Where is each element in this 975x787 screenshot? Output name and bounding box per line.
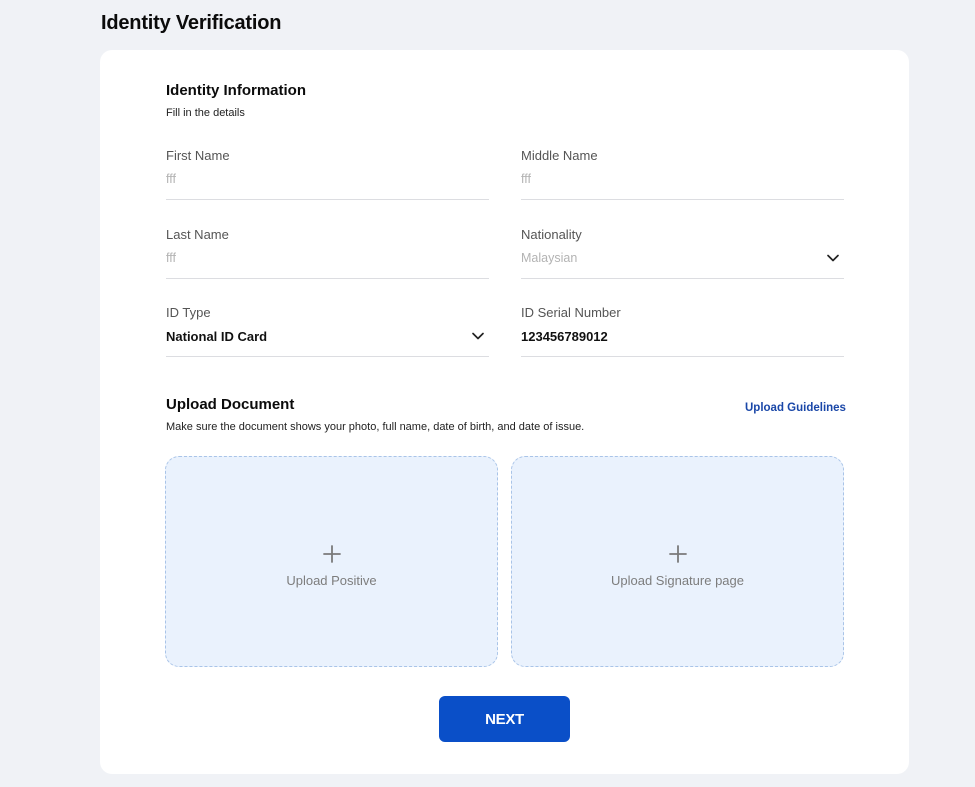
upload-guidelines-link[interactable]: Upload Guidelines — [745, 402, 846, 414]
middle-name-input[interactable]: fff — [521, 172, 531, 186]
plus-icon — [668, 545, 687, 563]
nationality-value[interactable]: Malaysian — [521, 251, 577, 265]
last-name-input[interactable]: fff — [166, 251, 176, 265]
middle-name-label: Middle Name — [521, 148, 598, 163]
nationality-label: Nationality — [521, 227, 582, 242]
middle-name-field[interactable]: Middle Name fff — [521, 148, 844, 200]
id-type-select[interactable]: ID Type National ID Card — [166, 305, 489, 357]
first-name-field[interactable]: First Name fff — [166, 148, 489, 200]
last-name-field[interactable]: Last Name fff — [166, 227, 489, 279]
id-type-value[interactable]: National ID Card — [166, 329, 267, 344]
nationality-select[interactable]: Nationality Malaysian — [521, 227, 844, 279]
id-serial-input[interactable]: 123456789012 — [521, 329, 608, 344]
first-name-input[interactable]: fff — [166, 172, 176, 186]
upload-positive-box[interactable]: Upload Positive — [165, 456, 498, 667]
id-type-label: ID Type — [166, 305, 211, 320]
upload-signature-label: Upload Signature page — [611, 573, 744, 588]
upload-signature-box[interactable]: Upload Signature page — [511, 456, 844, 667]
id-serial-label: ID Serial Number — [521, 305, 621, 320]
page-title: Identity Verification — [101, 12, 282, 34]
upload-section-title: Upload Document — [166, 396, 295, 413]
verification-card: Identity Information Fill in the details… — [100, 50, 909, 774]
identity-section-title: Identity Information — [166, 82, 306, 99]
last-name-label: Last Name — [166, 227, 229, 242]
chevron-down-icon[interactable] — [471, 329, 485, 343]
identity-section-subtitle: Fill in the details — [166, 107, 245, 119]
id-serial-field[interactable]: ID Serial Number 123456789012 — [521, 305, 844, 357]
upload-section-subtitle: Make sure the document shows your photo,… — [166, 421, 585, 433]
first-name-label: First Name — [166, 148, 230, 163]
chevron-down-icon[interactable] — [826, 251, 840, 265]
plus-icon — [322, 545, 341, 563]
upload-positive-label: Upload Positive — [286, 573, 377, 588]
next-button[interactable]: NEXT — [439, 696, 570, 742]
